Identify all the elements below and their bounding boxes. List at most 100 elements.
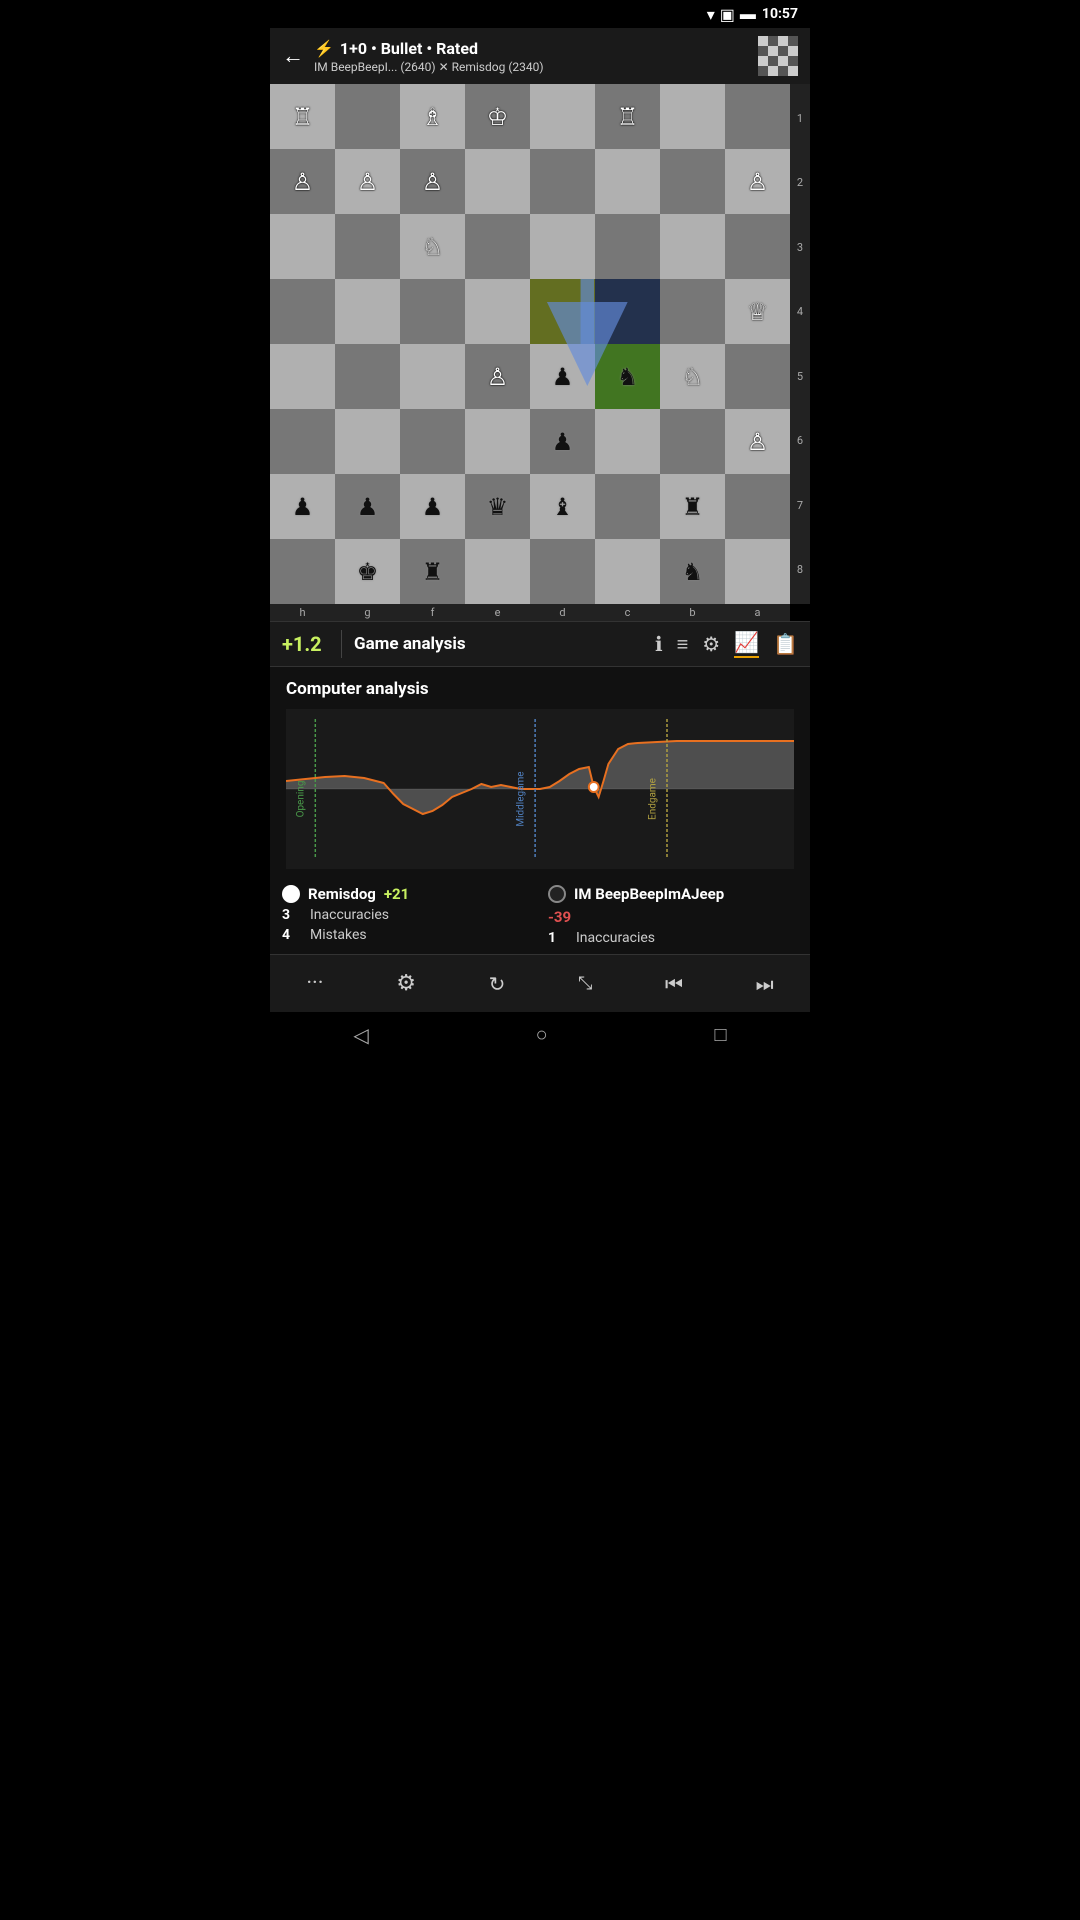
white-inaccuracies-count: 3 [282,907,302,923]
svg-text:Opening: Opening [296,781,307,818]
board-cell[interactable] [595,539,660,604]
player-stats: Remisdog +21 3 Inaccuracies 4 Mistakes I… [270,869,810,954]
board-cell[interactable]: ♟ [530,409,595,474]
board-cell[interactable] [465,214,530,279]
board-cell[interactable]: ♙ [400,149,465,214]
android-home-button[interactable]: ○ [536,1022,548,1047]
board-cell[interactable]: ♗ [400,84,465,149]
board-cell[interactable] [530,279,595,344]
board-cell[interactable]: ♙ [725,149,790,214]
board-cell[interactable]: ♛ [465,474,530,539]
board-cell[interactable] [660,409,725,474]
board-cell[interactable] [595,214,660,279]
board-cell[interactable]: ♘ [400,214,465,279]
board-cell[interactable] [270,214,335,279]
board-cell[interactable]: ♞ [595,344,660,409]
lightning-icon: ⚡ [314,39,334,58]
board-cell[interactable] [725,474,790,539]
board-cell[interactable] [465,279,530,344]
back-button[interactable]: ← [282,43,304,69]
board-cell[interactable] [595,149,660,214]
prev-button[interactable]: ⏮ [653,966,695,1002]
svg-text:Endgame: Endgame [647,778,658,820]
android-nav-bar: ◁ ○ □ [270,1012,810,1061]
board-cell[interactable] [400,344,465,409]
settings-button[interactable]: ⚙ [384,965,428,1002]
board-cell[interactable] [270,344,335,409]
board-cell[interactable] [465,149,530,214]
info-icon[interactable]: ℹ [655,632,663,656]
board-cell[interactable]: ♝ [530,474,595,539]
board-cell[interactable]: ♕ [725,279,790,344]
board-cell[interactable]: ♙ [270,149,335,214]
board-cell[interactable]: ♙ [725,409,790,474]
chart-icon[interactable]: 📈 [734,630,759,658]
reload-button[interactable]: ↻ [477,966,518,1002]
board-cell[interactable] [335,214,400,279]
board-cell[interactable] [660,214,725,279]
gear-icon[interactable]: ⚙ [702,632,720,656]
board-cell[interactable] [660,149,725,214]
resize-button[interactable]: ⤡ [566,967,604,1000]
book-icon[interactable]: 📋 [773,632,798,656]
board-cell[interactable] [725,344,790,409]
board-cell[interactable] [465,539,530,604]
board-cell[interactable]: ♙ [465,344,530,409]
board-cell[interactable] [595,474,660,539]
board-cell[interactable] [335,279,400,344]
board-cell[interactable] [660,84,725,149]
board-cell[interactable] [725,539,790,604]
board-cell[interactable] [400,279,465,344]
toolbar-title: Game analysis [346,634,655,654]
board-cell[interactable] [530,84,595,149]
board-cell[interactable]: ♔ [465,84,530,149]
board-cell[interactable] [725,214,790,279]
chess-board[interactable]: ♖♗♔♖♙♙♙♙♘♕♙♟♞♘♟♙♟♟♟♛♝♜♚♜♞ [270,84,790,604]
board-cell[interactable]: ♟ [270,474,335,539]
toolbar-icons: ℹ ≡ ⚙ 📈 📋 [655,630,798,658]
board-cell[interactable] [400,409,465,474]
white-inaccuracies-row: 3 Inaccuracies [282,907,532,923]
board-cell[interactable]: ♘ [660,344,725,409]
board-cell[interactable] [595,279,660,344]
board-cell[interactable]: ♜ [660,474,725,539]
board-cell[interactable] [595,409,660,474]
next-button[interactable]: ⏭ [744,966,786,1002]
moves-icon[interactable]: ≡ [677,632,689,657]
wifi-icon: ▾ [707,5,715,24]
board-cell[interactable]: ♖ [270,84,335,149]
board-cell[interactable] [465,409,530,474]
board-cell[interactable]: ♙ [335,149,400,214]
board-cell[interactable]: ♚ [335,539,400,604]
checkerboard-icon[interactable] [758,36,798,76]
players-subtitle: IM BeepBeepI... (2640) ✕ Remisdog (2340) [314,60,748,74]
board-cell[interactable] [335,344,400,409]
board-cell[interactable] [270,279,335,344]
board-cell[interactable]: ♞ [660,539,725,604]
board-cell[interactable]: ♟ [530,344,595,409]
white-player-col: Remisdog +21 3 Inaccuracies 4 Mistakes [282,885,532,946]
board-cell[interactable]: ♖ [595,84,660,149]
eval-chart[interactable]: Opening Middlegame Endgame [286,709,794,869]
analysis-toolbar: +1.2 Game analysis ℹ ≡ ⚙ 📈 📋 [270,621,810,667]
black-inaccuracies-count: 1 [548,930,568,946]
board-cell[interactable] [530,149,595,214]
board-cell[interactable] [725,84,790,149]
android-recent-button[interactable]: □ [714,1022,726,1047]
android-back-button[interactable]: ◁ [353,1023,368,1047]
more-button[interactable]: ··· [294,965,335,1002]
board-cell[interactable] [660,279,725,344]
board-cell[interactable] [270,409,335,474]
board-cell[interactable]: ♟ [335,474,400,539]
board-cell[interactable] [335,84,400,149]
board-cell[interactable]: ♜ [400,539,465,604]
board-cell[interactable] [530,539,595,604]
bottom-nav: ··· ⚙ ↻ ⤡ ⏮ ⏭ [270,954,810,1012]
rank-labels: 12345678 [790,84,810,604]
board-cell[interactable]: ♟ [400,474,465,539]
board-cell[interactable] [335,409,400,474]
board-cell[interactable] [270,539,335,604]
status-icons: ▾ ▣ ▬ [707,4,756,24]
black-inaccuracies-label: Inaccuracies [576,930,655,946]
board-cell[interactable] [530,214,595,279]
